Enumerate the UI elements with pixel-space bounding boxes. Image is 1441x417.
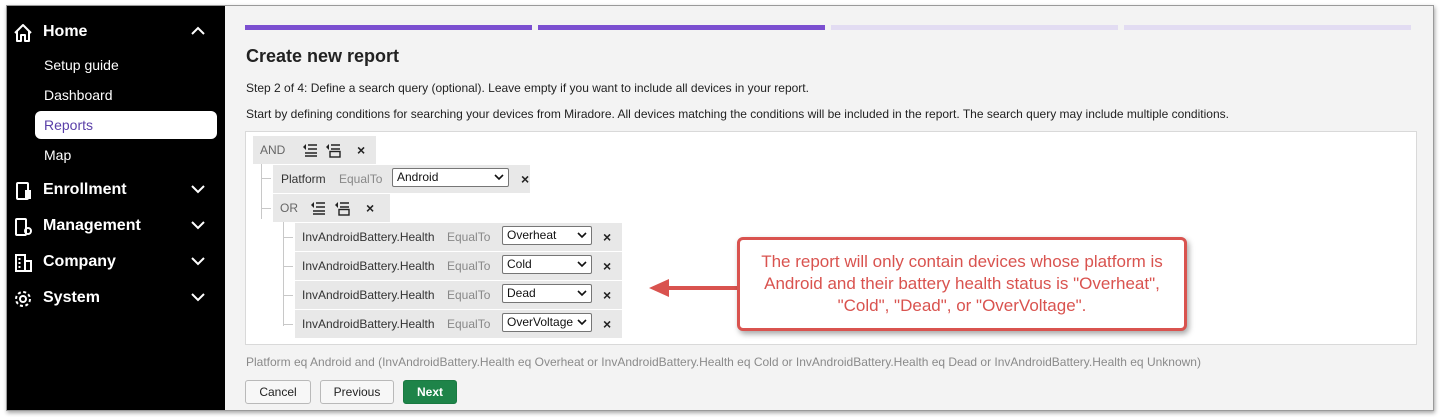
add-group-icon[interactable] (325, 142, 341, 158)
remove-condition-button[interactable]: × (603, 229, 611, 245)
nav-section-label: Company (43, 253, 116, 270)
tree-connector (283, 295, 293, 296)
condition-operator: EqualTo (447, 288, 491, 302)
sidebar-item-label: Map (44, 147, 72, 163)
nav-section-system[interactable]: System (7, 283, 225, 313)
add-group-icon[interactable] (334, 200, 350, 216)
chevron-down-icon (577, 319, 587, 326)
condition-row-battery-health: InvAndroidBattery.Health EqualTo OverVol… (295, 310, 622, 338)
and-group-header: AND × (253, 136, 376, 164)
add-condition-icon[interactable] (310, 200, 326, 216)
condition-operator: EqualTo (339, 172, 383, 186)
next-button[interactable]: Next (403, 380, 457, 404)
add-condition-icon[interactable] (302, 142, 318, 158)
condition-operator: EqualTo (447, 259, 491, 273)
tree-connector (261, 208, 271, 209)
sidebar-item-dashboard[interactable]: Dashboard (35, 81, 217, 109)
chevron-down-icon[interactable] (191, 220, 205, 230)
chevron-up-icon[interactable] (191, 26, 205, 36)
cancel-button[interactable]: Cancel (245, 380, 311, 404)
chevron-down-icon (577, 290, 587, 297)
query-summary: Platform eq Android and (InvAndroidBatte… (246, 355, 1201, 369)
or-group-header: OR × (273, 194, 390, 222)
remove-condition-button[interactable]: × (603, 287, 611, 303)
sidebar-item-reports[interactable]: Reports (35, 111, 217, 139)
condition-operator: EqualTo (447, 230, 491, 244)
condition-field: InvAndroidBattery.Health (302, 259, 435, 273)
condition-field: InvAndroidBattery.Health (302, 317, 435, 331)
callout-arrow (649, 279, 737, 297)
progress-step-2 (538, 25, 825, 30)
chevron-down-icon[interactable] (191, 184, 205, 194)
nav-section-company[interactable]: Company (7, 247, 225, 277)
or-operator-label[interactable]: OR (280, 201, 298, 215)
home-icon (14, 24, 32, 42)
progress-step-4 (1124, 25, 1411, 30)
nav-section-label: Home (43, 23, 88, 40)
sidebar-item-setup-guide[interactable]: Setup guide (35, 51, 217, 79)
condition-row-battery-health: InvAndroidBattery.Health EqualTo Cold × (295, 252, 622, 280)
battery-health-select[interactable]: Cold (502, 255, 592, 274)
sidebar-item-label: Dashboard (44, 87, 113, 103)
select-value: OverVoltage (507, 315, 574, 329)
progress-step-1 (245, 25, 532, 30)
sidebar-item-map[interactable]: Map (35, 141, 217, 169)
condition-field: InvAndroidBattery.Health (302, 230, 435, 244)
battery-health-select[interactable]: Dead (502, 284, 592, 303)
step-instructions: Step 2 of 4: Define a search query (opti… (246, 81, 809, 95)
sidebar: Home Setup guide Dashboard Reports Map E… (7, 6, 225, 410)
condition-row-battery-health: InvAndroidBattery.Health EqualTo Dead × (295, 281, 622, 309)
select-value: Cold (507, 257, 532, 271)
chevron-down-icon[interactable] (191, 292, 205, 302)
chevron-down-icon (494, 174, 504, 181)
condition-row-platform: Platform EqualTo Android × (273, 165, 530, 193)
nav-section-label: Enrollment (43, 181, 127, 198)
tree-connector (283, 324, 293, 325)
callout-text: The report will only contain devices who… (761, 252, 1163, 315)
remove-condition-button[interactable]: × (603, 258, 611, 274)
settings-icon (15, 291, 31, 307)
condition-field: Platform (281, 172, 326, 186)
condition-field: InvAndroidBattery.Health (302, 288, 435, 302)
annotation-callout: The report will only contain devices who… (737, 237, 1187, 331)
chevron-down-icon (577, 261, 587, 268)
chevron-down-icon[interactable] (191, 256, 205, 266)
remove-group-button[interactable]: × (357, 142, 365, 158)
management-icon (15, 218, 32, 236)
tree-connector (261, 163, 262, 219)
remove-condition-button[interactable]: × (603, 316, 611, 332)
tree-connector (283, 237, 293, 238)
remove-condition-button[interactable]: × (521, 171, 529, 187)
tree-connector (261, 178, 271, 179)
select-value: Dead (507, 286, 536, 300)
condition-operator: EqualTo (447, 317, 491, 331)
step-description: Start by defining conditions for searchi… (246, 107, 1229, 121)
platform-value-select[interactable]: Android (392, 168, 509, 187)
previous-button[interactable]: Previous (320, 380, 394, 404)
nav-section-home[interactable]: Home (7, 17, 225, 47)
nav-section-management[interactable]: Management (7, 211, 225, 241)
remove-group-button[interactable]: × (366, 200, 374, 216)
wizard-progress (245, 25, 1417, 30)
enrollment-icon (16, 182, 31, 200)
tree-connector (283, 266, 293, 267)
select-value: Android (397, 170, 439, 184)
nav-section-enrollment[interactable]: Enrollment (7, 175, 225, 205)
condition-row-battery-health: InvAndroidBattery.Health EqualTo Overhea… (295, 223, 622, 251)
app-window: Home Setup guide Dashboard Reports Map E… (6, 5, 1434, 411)
progress-step-3 (831, 25, 1118, 30)
sidebar-item-label: Reports (44, 117, 94, 133)
chevron-down-icon (577, 232, 587, 239)
battery-health-select[interactable]: Overheat (502, 226, 592, 245)
main-content: Create new report Step 2 of 4: Define a … (225, 6, 1433, 410)
nav-section-label: System (43, 289, 100, 306)
battery-health-select[interactable]: OverVoltage (502, 313, 592, 332)
nav-section-label: Management (43, 217, 141, 234)
sidebar-item-label: Setup guide (44, 57, 119, 73)
select-value: Overheat (507, 228, 557, 242)
company-icon (15, 254, 32, 272)
and-operator-label[interactable]: AND (260, 143, 285, 157)
page-title: Create new report (246, 46, 400, 66)
